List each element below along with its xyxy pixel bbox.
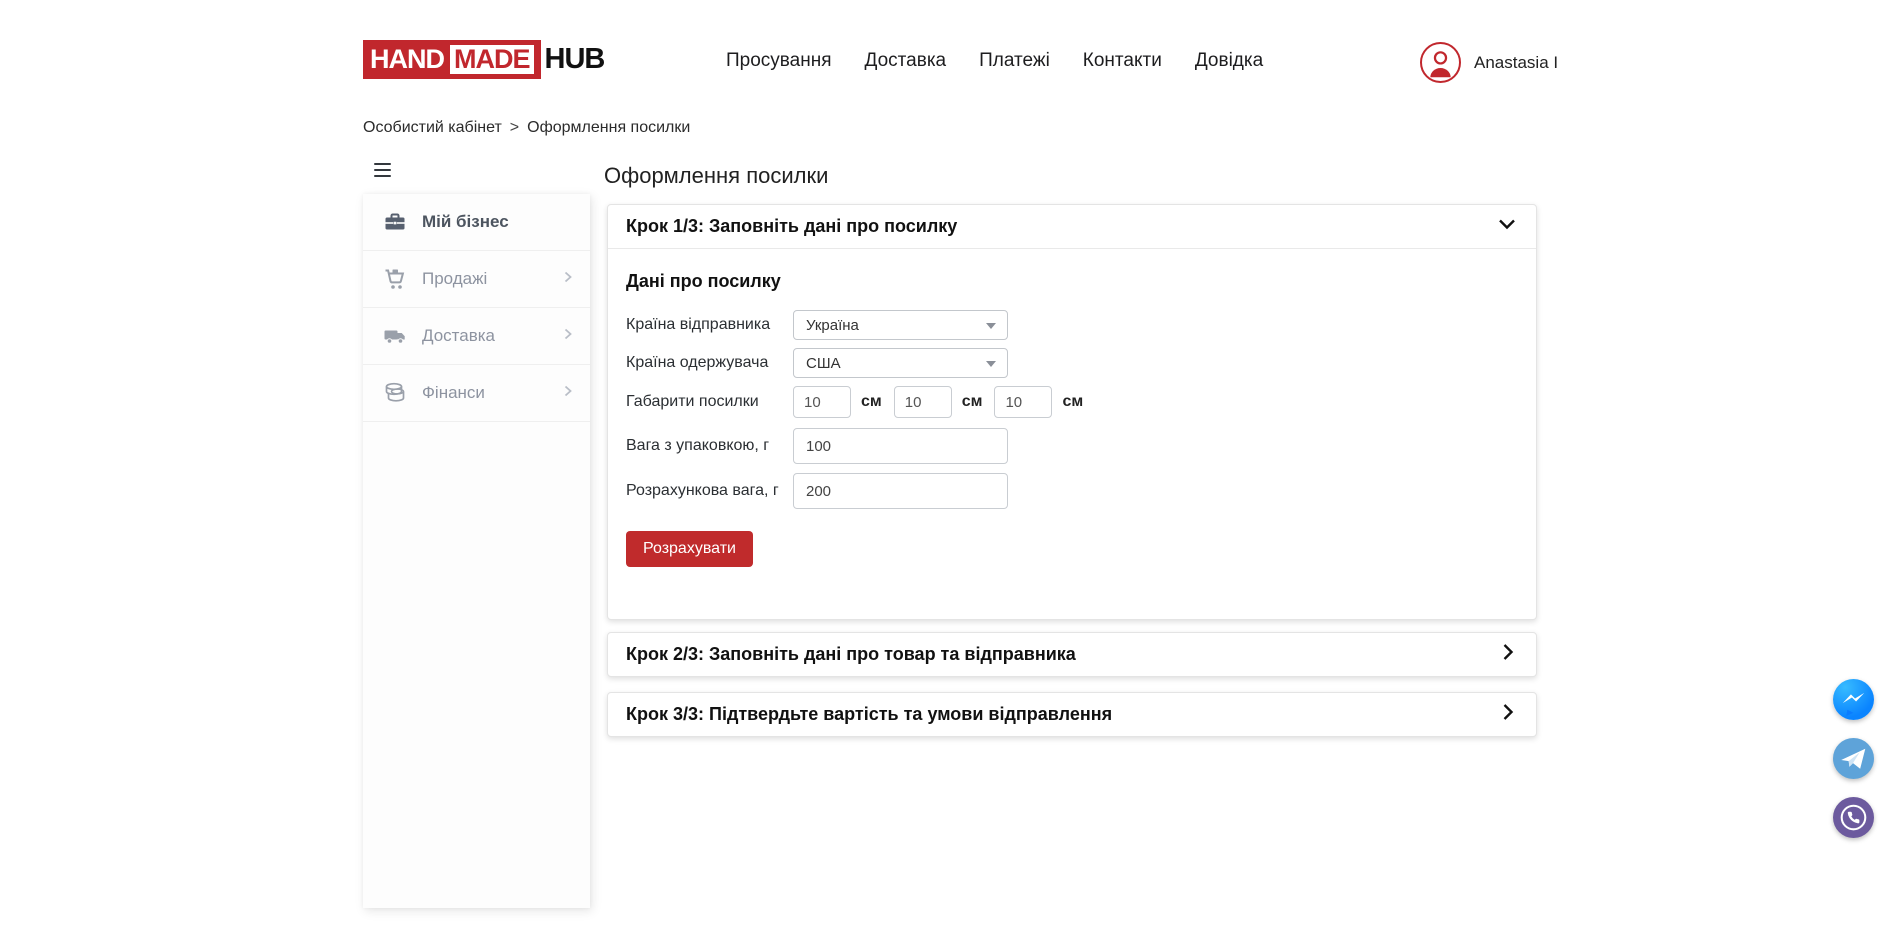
step2-title: Крок 2/3: Заповніть дані про товар та ві… [626, 644, 1076, 665]
user-name: Anastasia I [1474, 53, 1558, 73]
breadcrumb-separator: > [510, 119, 519, 137]
logo-red-box: HAND MADE [363, 40, 541, 79]
nav-item-delivery[interactable]: Доставка [865, 50, 947, 72]
calculated-weight-input[interactable] [793, 473, 1008, 509]
viber-icon[interactable] [1833, 797, 1874, 838]
nav-item-promotion[interactable]: Просування [726, 50, 832, 72]
truck-icon [383, 324, 407, 348]
step3-card: Крок 3/3: Підтвердьте вартість та умови … [607, 692, 1537, 737]
dimension-unit: см [962, 393, 983, 411]
calculate-button[interactable]: Розрахувати [626, 531, 753, 567]
chevron-right-icon [562, 384, 574, 402]
handmade-hub-logo[interactable]: HAND MADE HUB [363, 40, 604, 79]
user-account-chip[interactable]: Anastasia I [1420, 42, 1558, 83]
packed-weight-input[interactable] [793, 428, 1008, 464]
nav-item-contacts[interactable]: Контакти [1083, 50, 1162, 72]
step1-body: Дані про посилку Країна відправника Укра… [608, 249, 1536, 619]
step1-accordion-header[interactable]: Крок 1/3: Заповніть дані про посилку [608, 205, 1536, 249]
messenger-icon[interactable] [1833, 679, 1874, 720]
step1-title: Крок 1/3: Заповніть дані про посилку [626, 216, 957, 237]
caret-down-icon [986, 323, 996, 329]
recipient-country-label: Країна одержувача [626, 354, 793, 372]
step3-title: Крок 3/3: Підтвердьте вартість та умови … [626, 704, 1112, 725]
logo-hub: HUB [545, 45, 605, 74]
coins-icon [383, 381, 407, 405]
breadcrumb: Особистий кабінет > Оформлення посилки [363, 119, 690, 137]
packed-weight-label: Вага з упаковкою, г [626, 437, 793, 455]
sidebar-item-label: Доставка [422, 326, 495, 346]
sidebar-item-my-business[interactable]: Мій бізнес [363, 194, 590, 251]
main-content: Крок 1/3: Заповніть дані про посилку Дан… [607, 204, 1537, 737]
dimension-unit: см [861, 393, 882, 411]
step2-card: Крок 2/3: Заповніть дані про товар та ві… [607, 632, 1537, 677]
dimensions-row: Габарити посилки см см см [626, 386, 1518, 418]
form-heading: Дані про посилку [626, 271, 1518, 292]
sidebar-item-sales[interactable]: Продажі [363, 251, 590, 308]
step2-accordion-header[interactable]: Крок 2/3: Заповніть дані про товар та ві… [608, 633, 1536, 676]
caret-down-icon [986, 361, 996, 367]
dimension-width-input[interactable] [894, 386, 952, 418]
recipient-country-row: Країна одержувача США [626, 348, 1518, 378]
top-navigation: Просування Доставка Платежі Контакти Дов… [726, 50, 1263, 72]
sidebar-toggle-hamburger-icon[interactable] [374, 163, 391, 177]
briefcase-icon [383, 210, 407, 234]
calculated-weight-label: Розрахункова вага, г [626, 482, 793, 500]
sender-country-row: Країна відправника Україна [626, 310, 1518, 340]
breadcrumb-current: Оформлення посилки [527, 119, 690, 137]
dimensions-label: Габарити посилки [626, 393, 793, 411]
chevron-right-icon [562, 327, 574, 345]
sender-country-select[interactable]: Україна [793, 310, 1008, 340]
chevron-right-icon [562, 270, 574, 288]
sidebar-item-label: Фінанси [422, 383, 485, 403]
dimension-height-input[interactable] [994, 386, 1052, 418]
breadcrumb-cabinet[interactable]: Особистий кабінет [363, 119, 502, 137]
sidebar-item-label: Мій бізнес [422, 212, 509, 232]
dimension-unit: см [1062, 393, 1083, 411]
nav-item-payments[interactable]: Платежі [979, 50, 1050, 72]
logo-made: MADE [450, 45, 534, 74]
step3-accordion-header[interactable]: Крок 3/3: Підтвердьте вартість та умови … [608, 693, 1536, 736]
chevron-right-icon [1500, 703, 1516, 726]
telegram-icon[interactable] [1833, 738, 1874, 779]
sidebar-item-finances[interactable]: Фінанси [363, 365, 590, 422]
sender-country-label: Країна відправника [626, 316, 793, 334]
user-avatar-icon [1420, 42, 1461, 83]
floating-social-buttons [1833, 679, 1874, 838]
sidebar: Мій бізнес Продажі Доставка [363, 194, 590, 908]
dimension-length-input[interactable] [793, 386, 851, 418]
cart-icon [383, 267, 407, 291]
recipient-country-select[interactable]: США [793, 348, 1008, 378]
chevron-right-icon [1500, 643, 1516, 666]
sidebar-item-delivery[interactable]: Доставка [363, 308, 590, 365]
sender-country-value: Україна [806, 317, 859, 334]
step1-card: Крок 1/3: Заповніть дані про посилку Дан… [607, 204, 1537, 620]
page-title: Оформлення посилки [604, 163, 828, 189]
sidebar-item-label: Продажі [422, 269, 487, 289]
packed-weight-row: Вага з упаковкою, г [626, 428, 1518, 464]
recipient-country-value: США [806, 355, 841, 372]
chevron-down-icon [1498, 216, 1516, 237]
nav-item-help[interactable]: Довідка [1195, 50, 1263, 72]
logo-hand: HAND [370, 46, 444, 73]
calculated-weight-row: Розрахункова вага, г [626, 473, 1518, 509]
